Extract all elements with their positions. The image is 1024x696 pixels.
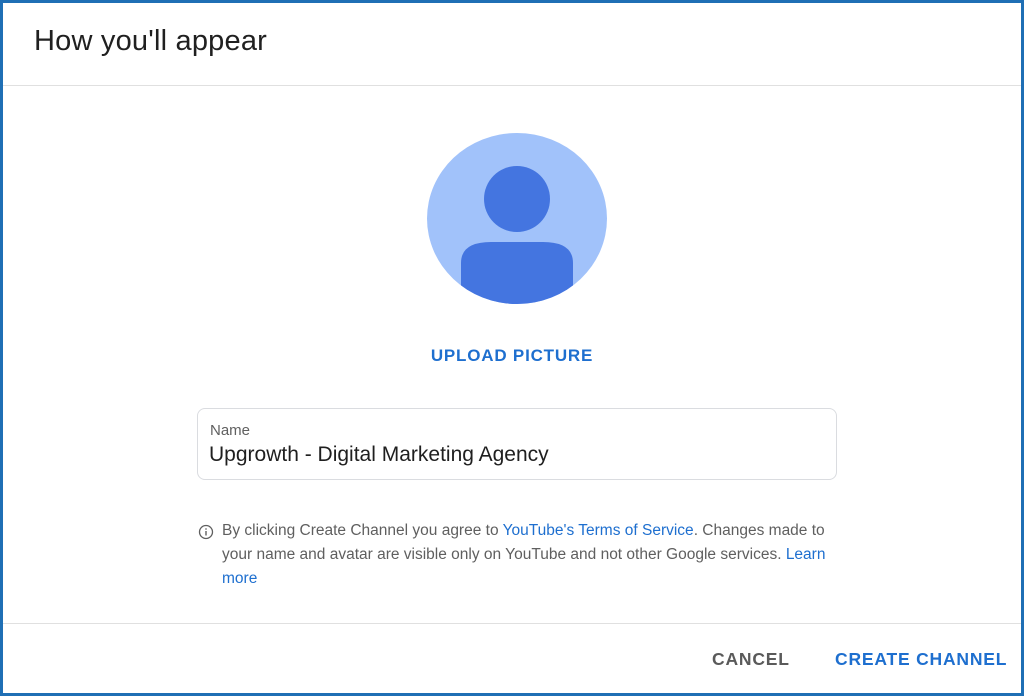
terms-notice: By clicking Create Channel you agree to … (222, 519, 842, 591)
cancel-button[interactable]: CANCEL (712, 649, 790, 670)
dialog-header: How you'll appear (3, 3, 1021, 86)
name-field[interactable]: Name (197, 408, 837, 480)
create-channel-button[interactable]: CREATE CHANNEL (835, 649, 1007, 670)
person-avatar-icon (461, 166, 573, 304)
terms-of-service-link[interactable]: YouTube's Terms of Service (503, 522, 694, 539)
create-channel-dialog: How you'll appear UPLOAD PICTURE Name By… (0, 0, 1024, 696)
info-icon (198, 524, 214, 540)
dialog-footer: CANCEL CREATE CHANNEL (3, 623, 1021, 694)
name-input[interactable] (209, 443, 809, 467)
name-field-label: Name (210, 422, 251, 439)
dialog-title: How you'll appear (34, 25, 268, 57)
notice-text-before: By clicking Create Channel you agree to (222, 522, 503, 539)
avatar (427, 133, 607, 304)
upload-picture-button[interactable]: UPLOAD PICTURE (3, 346, 1021, 366)
